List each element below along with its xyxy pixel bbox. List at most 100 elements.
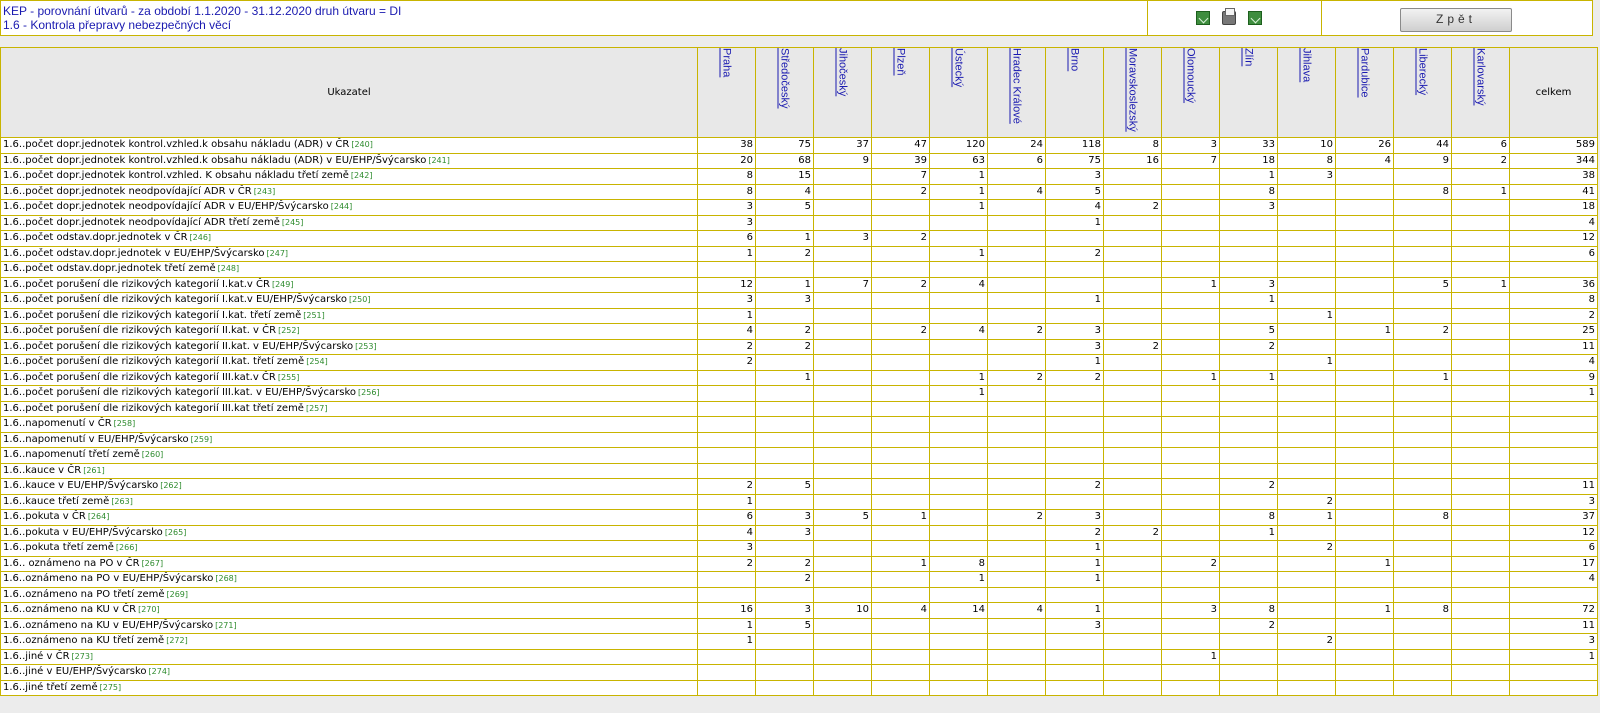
value-cell: 2 [1103,524,1162,541]
value-cell [929,462,988,479]
value-cell [929,509,988,526]
value-cell [697,385,756,402]
value-cell: 1 [1045,354,1104,371]
value-cell [813,400,872,417]
value-cell [1219,385,1278,402]
value-cell [929,617,988,634]
value-cell [1103,400,1162,417]
indicator-label: 1.6..oznámeno na KU v EU/EHP/Švýcarsko [3,619,214,631]
region-link[interactable]: Zlín [1242,49,1256,67]
value-cell: 1 [1161,276,1220,293]
value-cell [987,168,1046,185]
print-icon[interactable] [1222,8,1236,25]
value-cell [871,199,930,216]
value-cell [987,307,1046,324]
table-row: 1.6..počet porušení dle rizikových kateg… [0,385,1598,402]
value-cell [871,416,930,433]
value-cell [813,478,872,495]
value-cell [1277,447,1336,464]
value-cell [755,261,814,278]
value-cell: 2 [871,230,930,247]
value-cell [1335,462,1394,479]
indicator-label: 1.6..oznámeno na PO třetí země [3,588,165,600]
indicator-cell: 1.6.. oznámeno na PO v ČR [267] [0,555,698,572]
region-link[interactable]: Plzeň [894,49,908,76]
value-cell [1277,586,1336,603]
excel-export-icon-2[interactable] [1248,11,1262,25]
region-link[interactable]: Liberecký [1416,49,1430,96]
indicator-cell: 1.6..počet odstav.dopr.jednotek třetí ze… [0,261,698,278]
value-cell: 9 [1393,152,1452,169]
region-link[interactable]: Středočeský [778,49,792,109]
value-cell [755,214,814,231]
value-cell [987,400,1046,417]
value-cell: 1 [755,276,814,293]
indicator-code: [271] [215,620,237,630]
region-link[interactable]: Brno [1068,49,1082,72]
value-cell: 3 [1045,323,1104,340]
indicator-label: 1.6..pokuta třetí země [3,542,114,554]
value-cell [1103,416,1162,433]
value-cell [1103,354,1162,371]
value-cell [1335,524,1394,541]
table-row: 1.6..počet odstav.dopr.jednotek třetí ze… [0,261,1598,278]
region-link[interactable]: Moravskoslezský [1126,49,1140,132]
back-button[interactable]: Zpět [1400,8,1512,32]
table-header-row: Ukazatel Praha Středočeský Jihočeský Plzeň Ú… [0,47,1598,138]
value-cell [1277,183,1336,200]
value-cell: 3 [755,509,814,526]
value-cell [1161,385,1220,402]
total-cell: 36 [1509,276,1598,293]
indicator-cell: 1.6..oznámeno na PO třetí země [269] [0,586,698,603]
value-cell [813,307,872,324]
value-cell [1161,447,1220,464]
indicator-cell: 1.6..oznámeno na KU v EU/EHP/Švýcarsko [2… [0,617,698,634]
indicator-code: [254] [306,357,328,367]
value-cell: 16 [697,602,756,619]
region-link[interactable]: Jihočeský [836,49,850,97]
value-cell [1393,354,1452,371]
value-cell [1393,307,1452,324]
region-link[interactable]: Pardubice [1358,49,1372,98]
value-cell [755,586,814,603]
value-cell [755,416,814,433]
value-cell [1103,261,1162,278]
region-link[interactable]: Karlovarský [1474,49,1488,106]
value-cell [929,679,988,696]
value-cell [697,369,756,386]
region-link[interactable]: Praha [720,49,734,78]
region-column-header: Plzeň [871,47,930,138]
indicator-label: 1.6..napomenutí v EU/EHP/Švýcarsko [3,433,189,445]
value-cell [987,261,1046,278]
region-link[interactable]: Ústecký [952,49,966,88]
value-cell [1045,261,1104,278]
region-link[interactable]: Jihlava [1300,49,1314,83]
value-cell: 75 [1045,152,1104,169]
value-cell [1161,168,1220,185]
region-link[interactable]: Hradec Králové [1010,49,1024,124]
value-cell: 18 [1219,152,1278,169]
value-cell: 3 [1045,338,1104,355]
value-cell: 1 [1335,323,1394,340]
value-cell [929,478,988,495]
total-cell: 4 [1509,354,1598,371]
table-row: 1.6..jiné v EU/EHP/Švýcarsko [274] [0,664,1598,681]
table-row: 1.6..počet dopr.jednotek kontrol.vzhled.… [0,152,1598,169]
value-cell [1045,385,1104,402]
table-row: 1.6..počet dopr.jednotek neodpovídající … [0,199,1598,216]
region-link[interactable]: Olomoucký [1184,49,1198,104]
excel-export-icon[interactable] [1196,11,1210,25]
value-cell: 1 [1277,354,1336,371]
indicator-label: 1.6..oznámeno na KU v ČR [3,604,137,616]
value-cell: 3 [1161,602,1220,619]
value-cell [1045,648,1104,665]
value-cell [987,633,1046,650]
value-cell [1335,509,1394,526]
total-cell [1509,431,1598,448]
value-cell [1045,400,1104,417]
value-cell [1103,493,1162,510]
value-cell [1219,354,1278,371]
value-cell: 4 [987,602,1046,619]
value-cell [871,633,930,650]
value-cell: 2 [1393,323,1452,340]
